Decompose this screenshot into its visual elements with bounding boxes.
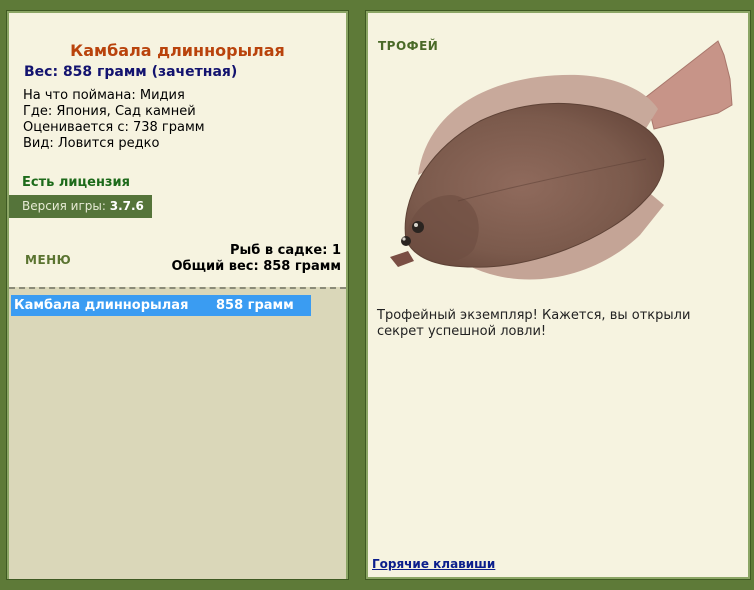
bait-info: На что поймана: Мидия <box>23 88 185 103</box>
catch-name: Камбала длиннорылая <box>14 298 189 313</box>
catch-weight: 858 грамм <box>216 298 294 313</box>
fish-count: Рыб в садке: 1 <box>229 243 341 258</box>
flounder-image <box>390 40 733 280</box>
fish-info-panel: Камбала длиннорылая Вес: 858 грамм (заче… <box>6 10 349 580</box>
rated-from-info: Оценивается с: 738 грамм <box>23 120 205 135</box>
keepnet-list: Камбала длиннорылая 858 грамм <box>9 287 346 579</box>
list-item[interactable]: Камбала длиннорылая 858 грамм <box>11 295 311 316</box>
fish-title: Камбала длиннорылая <box>70 41 285 60</box>
location-info: Где: Япония, Сад камней <box>23 104 196 119</box>
kind-info: Вид: Ловится редко <box>23 136 160 151</box>
trophy-message: Трофейный экземпляр! Кажется, вы открыли… <box>377 308 691 339</box>
hotkeys-link[interactable]: Горячие клавиши <box>372 557 495 571</box>
menu-button[interactable]: МЕНЮ <box>25 253 71 267</box>
total-weight: Общий вес: 858 грамм <box>171 259 341 274</box>
trophy-panel: ТРОФЕЙ Трофейный экземпляр! Кажется, вы … <box>365 10 751 580</box>
keepnet-stats: Рыб в садке: 1 Общий вес: 858 грамм <box>171 243 341 275</box>
game-version: Версия игры: 3.7.6 <box>9 195 152 218</box>
license-status: Есть лицензия <box>22 175 130 190</box>
fish-weight: Вес: 858 грамм (зачетная) <box>24 64 238 80</box>
version-value: 3.7.6 <box>109 199 144 213</box>
version-label: Версия игры: <box>22 199 106 213</box>
